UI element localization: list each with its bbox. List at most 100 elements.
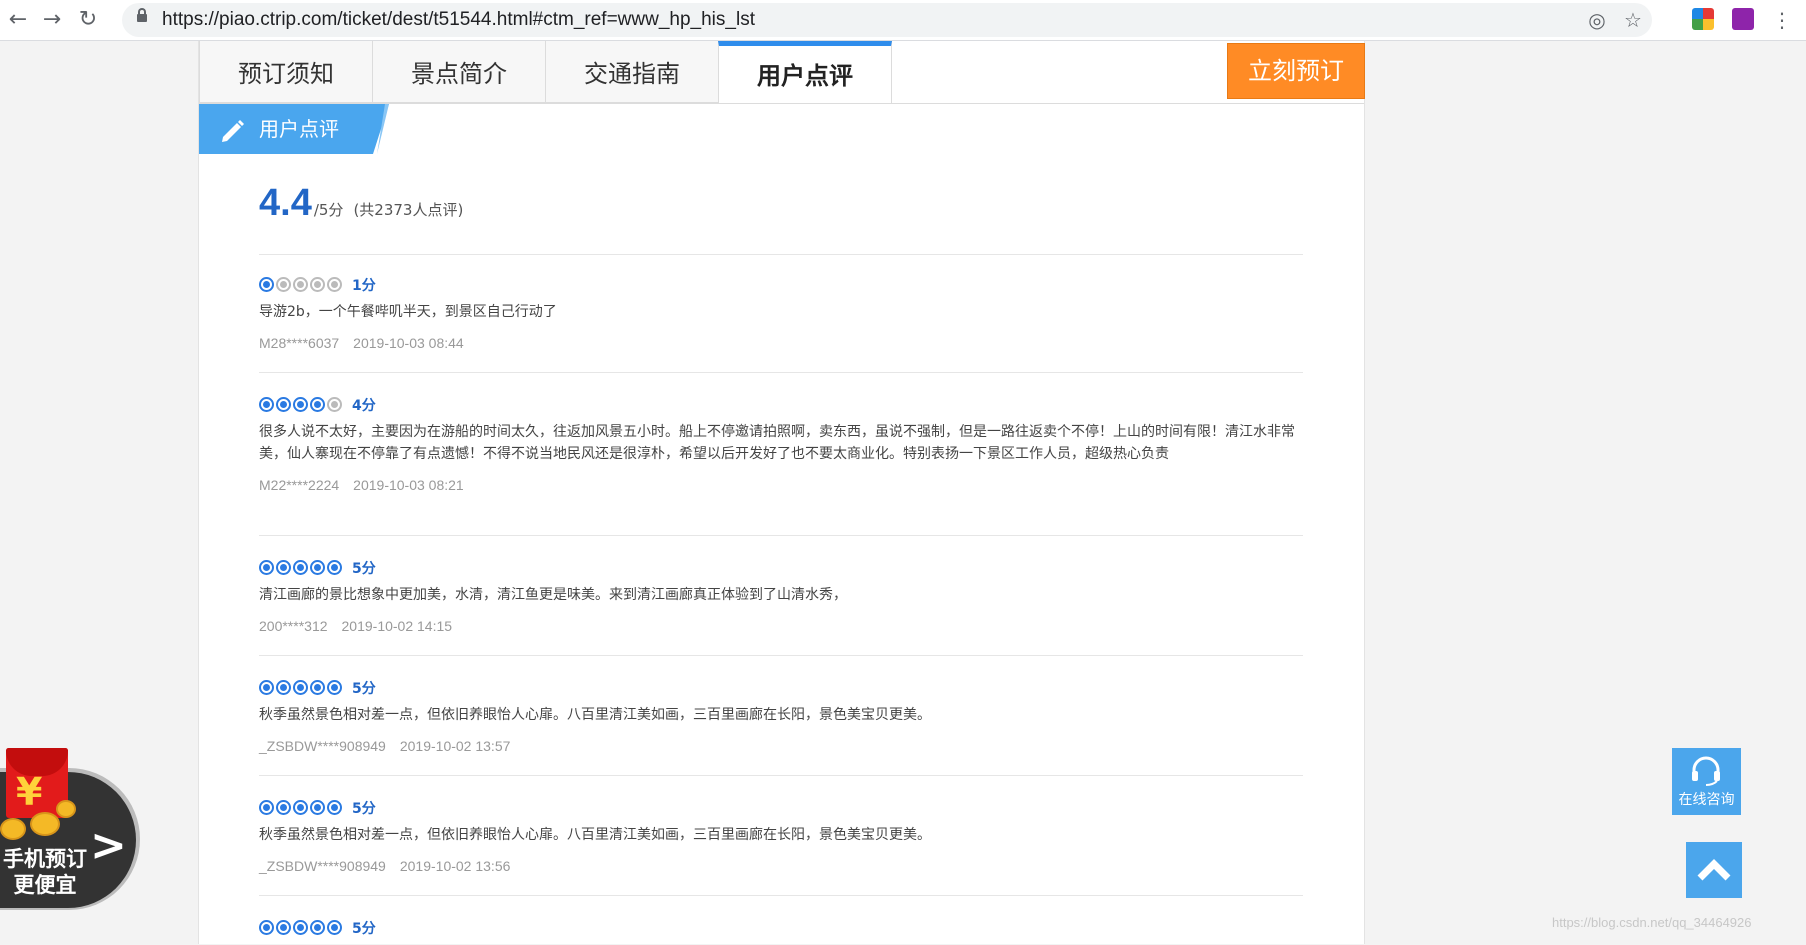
review-text: 秋季虽然景色相对差一点，但依旧养眼怡人心扉。八百里清江美如画，三百里画廊在长阳，… bbox=[259, 706, 931, 723]
rating-dot-filled-icon bbox=[259, 800, 274, 815]
review-count: (共2373人点评) bbox=[353, 201, 464, 219]
promo-text[interactable]: 手机预订 更便宜 bbox=[0, 846, 90, 898]
rating-dot-empty-icon bbox=[327, 397, 342, 412]
watermark: https://blog.csdn.net/qq_34464926 bbox=[1552, 915, 1752, 930]
review-text: 清江画廊的景比想象中更加美，水清，清江鱼更是味美。来到清江画廊真正体验到了山清水… bbox=[259, 586, 847, 603]
rating-stars bbox=[259, 800, 342, 815]
rating-stars bbox=[259, 560, 342, 575]
consult-label: 在线咨询 bbox=[1678, 792, 1735, 808]
rating-stars bbox=[259, 397, 342, 412]
review-score: 1分 bbox=[352, 277, 376, 294]
star-icon[interactable]: ☆ bbox=[1620, 7, 1646, 33]
review-user: M22****2224 bbox=[259, 476, 340, 493]
review-text: 秋季虽然景色相对差一点，但依旧养眼怡人心扉。八百里清江美如画，三百里画廊在长阳，… bbox=[259, 826, 931, 843]
review-text: 导游2b，一个午餐哔叽半天，到景区自己行动了 bbox=[259, 303, 557, 320]
rating-dot-empty-icon bbox=[276, 277, 291, 292]
review-user: M28****6037 bbox=[259, 334, 340, 351]
divider bbox=[259, 535, 1303, 536]
review-rating-row: 5分 bbox=[259, 677, 1303, 698]
rating-stars bbox=[259, 277, 342, 292]
divider bbox=[259, 895, 1303, 896]
rating-dot-filled-icon bbox=[276, 800, 291, 815]
rating-summary: 4.4/5分 (共2373人点评) bbox=[259, 182, 463, 225]
location-icon[interactable]: ◎ bbox=[1584, 7, 1610, 33]
coin-icon bbox=[30, 812, 60, 836]
rating-dot-filled-icon bbox=[310, 680, 325, 695]
rating-dot-filled-icon bbox=[327, 560, 342, 575]
back-icon[interactable]: ← bbox=[4, 6, 32, 34]
rating-dot-filled-icon bbox=[327, 800, 342, 815]
rating-dot-filled-icon bbox=[259, 397, 274, 412]
rating-dot-filled-icon bbox=[293, 397, 308, 412]
rating-stars bbox=[259, 920, 342, 935]
review-rating-row: 5分 bbox=[259, 917, 1303, 938]
review-meta: _ZSBDW****908949 2019-10-02 13:57 bbox=[259, 738, 1303, 754]
review-time: 2019-10-02 13:56 bbox=[399, 857, 511, 874]
chevron-right-icon[interactable]: > bbox=[90, 820, 127, 871]
tab-transport-guide[interactable]: 交通指南 bbox=[545, 41, 719, 103]
review-user: 200****312 bbox=[259, 617, 328, 634]
browser-toolbar: ← → ↻ https://piao.ctrip.com/ticket/dest… bbox=[0, 0, 1806, 41]
score-max: /5分 bbox=[313, 201, 344, 219]
forward-icon[interactable]: → bbox=[38, 6, 66, 34]
yen-icon: ¥ bbox=[16, 770, 43, 814]
divider bbox=[259, 775, 1303, 776]
rating-dot-filled-icon bbox=[293, 680, 308, 695]
extension-icon[interactable] bbox=[1692, 8, 1714, 30]
divider bbox=[259, 655, 1303, 656]
rating-dot-filled-icon bbox=[276, 560, 291, 575]
headset-icon bbox=[1692, 756, 1720, 786]
rating-stars bbox=[259, 680, 342, 695]
review-score: 5分 bbox=[352, 800, 376, 817]
rating-dot-filled-icon bbox=[259, 560, 274, 575]
review-rating-row: 5分 bbox=[259, 557, 1303, 578]
address-bar[interactable]: https://piao.ctrip.com/ticket/dest/t5154… bbox=[122, 3, 1652, 37]
review-meta: M22****2224 2019-10-03 08:21 bbox=[259, 477, 1303, 493]
average-score: 4.4 bbox=[259, 182, 312, 224]
review-score: 4分 bbox=[352, 397, 376, 414]
rating-dot-filled-icon bbox=[259, 277, 274, 292]
back-to-top-button[interactable] bbox=[1686, 842, 1742, 898]
review-item: 5分清江画廊的景比想象中更加美，水清，清江鱼更是味美。来到清江画廊真正体验到了山… bbox=[259, 557, 1303, 634]
review-time: 2019-10-03 08:21 bbox=[353, 476, 464, 493]
review-item: 5分 bbox=[259, 917, 1303, 938]
lock-icon[interactable] bbox=[137, 8, 147, 22]
promo-line-1: 手机预订 bbox=[3, 847, 87, 871]
rating-dot-filled-icon bbox=[276, 680, 291, 695]
divider bbox=[259, 254, 1303, 255]
promo-line-2: 更便宜 bbox=[13, 873, 77, 897]
review-time: 2019-10-02 13:57 bbox=[399, 737, 511, 754]
tab-attraction-intro[interactable]: 景点简介 bbox=[372, 41, 546, 103]
kebab-menu-icon[interactable]: ⋮ bbox=[1772, 8, 1792, 32]
section-header: 用户点评 bbox=[199, 104, 389, 154]
rating-dot-filled-icon bbox=[259, 680, 274, 695]
review-item: 4分很多人说不太好，主要因为在游船的时间太久，往返加风景五小时。船上不停邀请拍照… bbox=[259, 394, 1303, 493]
rating-dot-filled-icon bbox=[327, 680, 342, 695]
rating-dot-empty-icon bbox=[327, 277, 342, 292]
online-consult-button[interactable]: 在线咨询 bbox=[1672, 748, 1741, 815]
tab-booking-notice[interactable]: 预订须知 bbox=[199, 41, 373, 103]
rating-dot-filled-icon bbox=[293, 560, 308, 575]
rating-dot-empty-icon bbox=[310, 277, 325, 292]
rating-dot-filled-icon bbox=[310, 800, 325, 815]
tab-user-reviews[interactable]: 用户点评 bbox=[718, 41, 892, 104]
rating-dot-filled-icon bbox=[276, 920, 291, 935]
book-now-button[interactable]: 立刻预订 bbox=[1227, 43, 1365, 99]
review-user: _ZSBDW****908949 bbox=[259, 857, 386, 874]
extension-rp-icon[interactable] bbox=[1732, 8, 1754, 30]
pencil-icon bbox=[222, 120, 244, 142]
url-text[interactable]: https://piao.ctrip.com/ticket/dest/t5154… bbox=[162, 3, 755, 37]
review-score: 5分 bbox=[352, 560, 376, 577]
review-text: 很多人说不太好，主要因为在游船的时间太久，往返加风景五小时。船上不停邀请拍照啊，… bbox=[259, 423, 1295, 462]
divider bbox=[259, 372, 1303, 373]
review-score: 5分 bbox=[352, 680, 376, 697]
rating-dot-empty-icon bbox=[293, 277, 308, 292]
rating-dot-filled-icon bbox=[259, 920, 274, 935]
rating-dot-filled-icon bbox=[276, 397, 291, 412]
review-meta: 200****312 2019-10-02 14:15 bbox=[259, 618, 1303, 634]
review-meta: _ZSBDW****908949 2019-10-02 13:56 bbox=[259, 858, 1303, 874]
coin-icon bbox=[0, 818, 26, 840]
rating-dot-filled-icon bbox=[310, 560, 325, 575]
reviews-panel: 用户点评 4.4/5分 (共2373人点评) 1分导游2b，一个午餐哔叽半天，到景… bbox=[199, 103, 1364, 945]
reload-icon[interactable]: ↻ bbox=[74, 6, 102, 34]
